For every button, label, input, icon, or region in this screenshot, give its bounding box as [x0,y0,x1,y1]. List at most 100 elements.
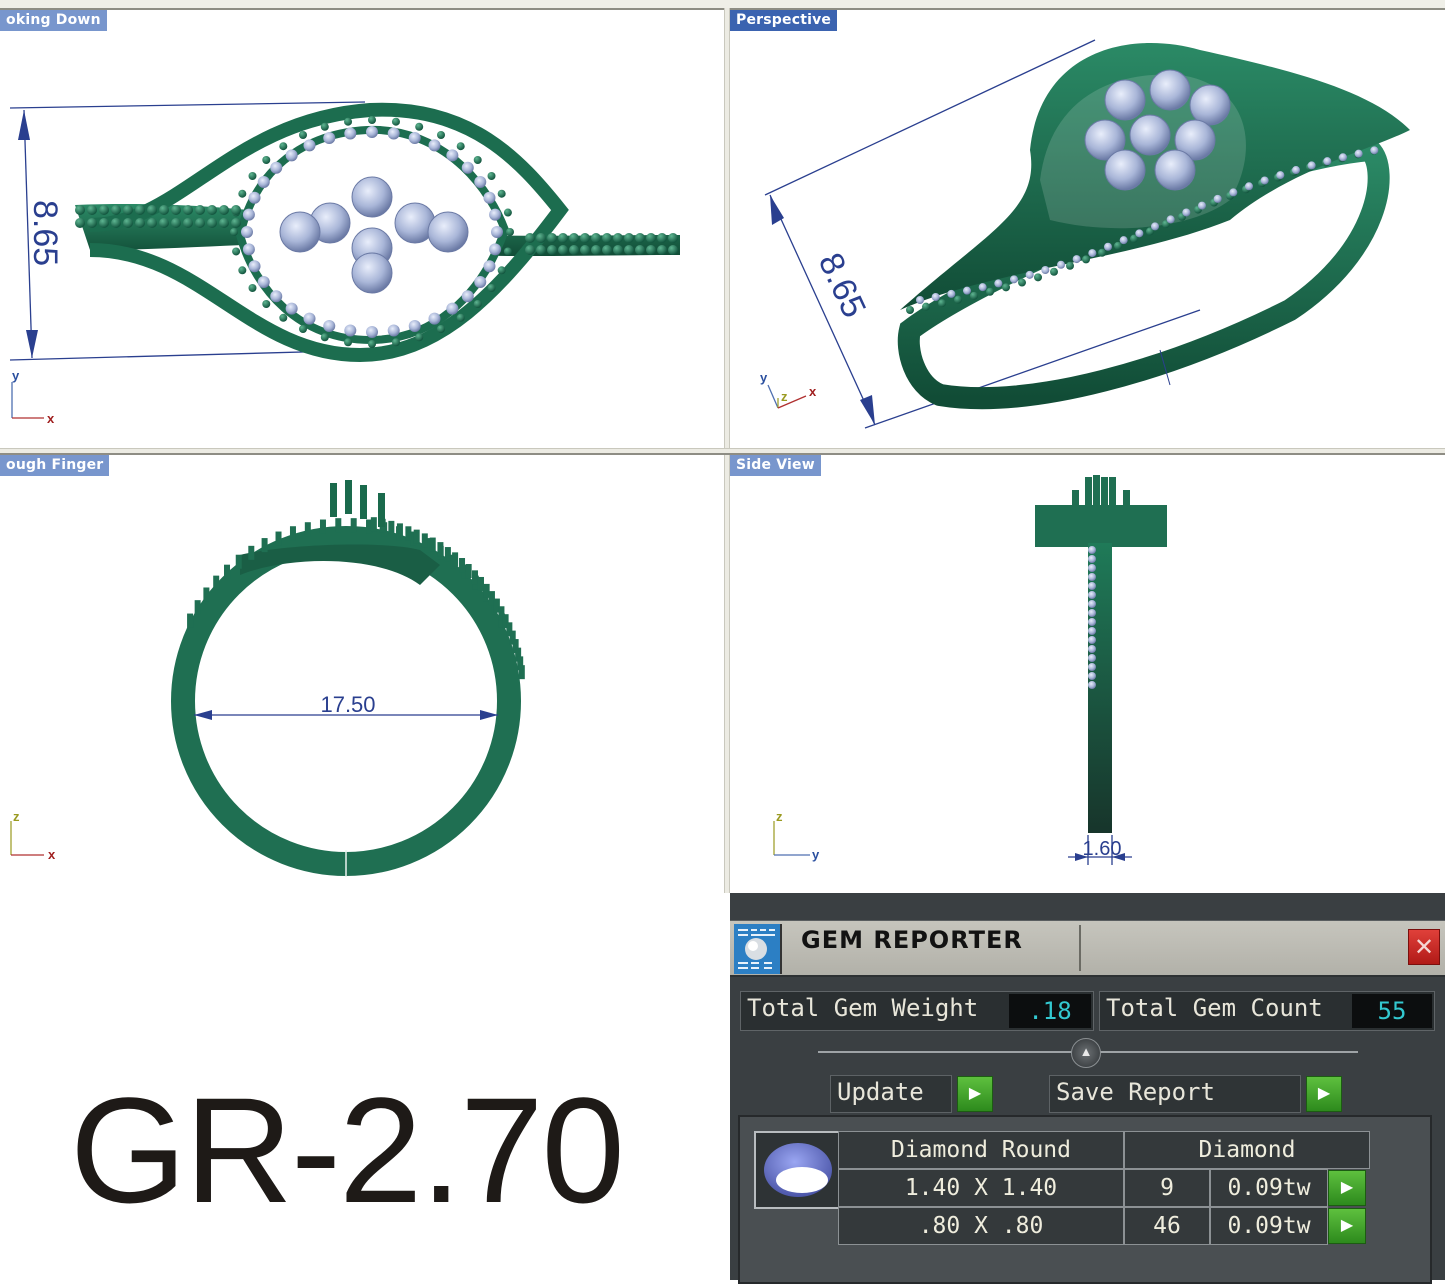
prong [473,299,482,308]
halo-gem [994,279,1003,288]
gem-reporter-header[interactable]: GEM REPORTER ✕ [730,920,1445,977]
prong [183,218,193,228]
prong [1114,241,1122,250]
prong [444,547,451,562]
total-gem-count-value: 55 [1352,994,1432,1028]
center-gem [351,252,393,294]
viewport-label[interactable]: ough Finger [0,455,110,476]
prong [646,245,656,255]
halo-gem [446,302,459,315]
side-gem [1088,681,1096,689]
prong [304,522,311,537]
row-detail-button[interactable]: ▶ [1328,1208,1366,1244]
side-gem [1088,600,1096,608]
prong [1072,490,1079,526]
viewport-splitter-horizontal[interactable] [0,448,1445,455]
diamond-round-icon[interactable] [754,1131,842,1209]
collapse-button[interactable]: ▲ [1071,1038,1101,1068]
halo-gem [446,149,459,162]
prong [1082,255,1090,264]
viewport-perspective[interactable]: Perspective 8.65 y z x [730,8,1445,450]
table-row-weight: 0.09tw [1210,1169,1328,1207]
prong [230,228,238,236]
prong [299,131,307,140]
prong [248,545,255,560]
halo-gem [387,127,400,140]
halo-gem [963,286,971,295]
halo-gem [474,276,487,288]
update-button[interactable]: ▶ [957,1076,993,1112]
halo-gem [1088,249,1097,258]
viewport-label[interactable]: Perspective [730,10,838,31]
halo-gem [1276,171,1285,180]
side-gem [1088,609,1096,617]
dimension-arrow [18,110,30,140]
prong [261,538,268,553]
halo-gem [1307,161,1316,170]
prong [1101,477,1108,513]
total-gem-weight-label: Total Gem Weight [747,994,979,1022]
prong [1002,283,1010,292]
halo-gem [366,326,378,338]
prong [569,245,579,255]
prong [437,131,445,140]
prong [547,245,557,255]
halo-gem [257,276,270,288]
prong [391,338,400,347]
prong [437,324,445,333]
halo-gem [1198,201,1206,210]
viewport-looking-down[interactable]: oking Down 8.65 y x [0,8,724,450]
halo-gem [303,139,316,152]
halo-gem [947,289,956,298]
viewport-label[interactable]: oking Down [0,10,107,31]
update-label: Update [837,1078,924,1106]
side-gem [1088,555,1096,563]
prong [518,665,525,680]
play-icon: ▶ [1317,1085,1331,1102]
prong [1018,278,1026,287]
prong [624,245,634,255]
prong [224,564,231,579]
halo-gem [1245,182,1253,191]
prong [344,338,353,347]
prong [135,205,145,215]
total-gem-count-field: Total Gem Count 55 [1099,991,1435,1031]
save-report-button[interactable]: ▶ [1306,1076,1342,1112]
gem-report-icon [734,924,782,974]
prong [262,156,271,165]
ring-front-view: 17.50 z x [10,480,525,877]
side-gem [1088,654,1096,662]
prong [503,208,512,217]
dimension-arrow [860,395,875,425]
viewport-through-finger[interactable]: ough Finger 17.50 z x [0,455,724,893]
prong [203,587,210,602]
prong [646,233,656,243]
dimension-label: 8.65 [811,247,873,323]
viewport-side-view[interactable]: Side View 1.60 z y [730,455,1445,893]
row-detail-button[interactable]: ▶ [1328,1170,1366,1206]
prong [370,517,377,532]
prong [413,529,420,544]
prong [1085,477,1092,513]
halo-gem [408,132,421,145]
prong [299,324,307,333]
prong [1050,267,1058,276]
halo-gem [483,260,496,273]
prong [194,600,201,615]
ring-side-view: 1.60 z y [773,475,1167,865]
prong [558,245,568,255]
header-divider [1079,925,1081,971]
close-button[interactable]: ✕ [1408,929,1440,965]
prong [232,247,241,256]
prong [213,575,220,590]
gem-table: Diamond Round Diamond 1.40 X 1.40 9 0.09… [738,1115,1432,1284]
halo-gem [978,283,987,292]
prong [187,613,194,628]
viewport-label[interactable]: Side View [730,455,821,476]
prong [525,233,535,243]
halo-gem [489,208,502,221]
save-report-field: Save Report [1049,1075,1301,1113]
prong [459,558,466,573]
table-row-size: .80 X .80 [838,1207,1124,1245]
halo-gem [248,191,261,204]
